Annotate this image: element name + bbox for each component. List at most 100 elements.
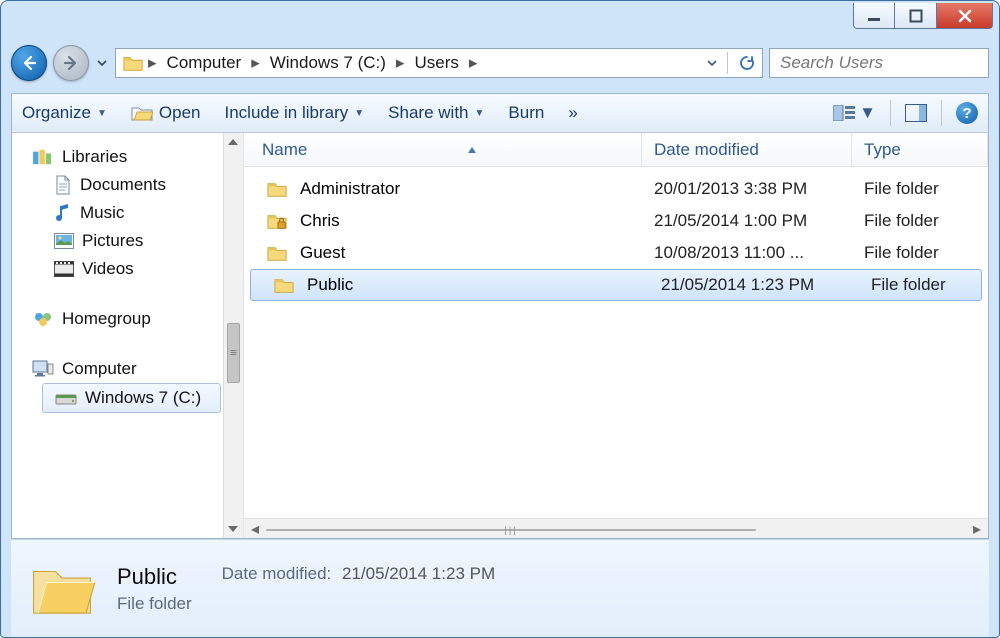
computer-icon: [32, 360, 54, 378]
overflow-button[interactable]: »: [568, 103, 577, 123]
chevron-double-right-icon: »: [568, 103, 577, 123]
search-input[interactable]: [778, 52, 1000, 74]
scrollbar-thumb[interactable]: |||: [266, 529, 756, 531]
chevron-down-icon: ▼: [859, 103, 876, 123]
details-kind: File folder: [117, 594, 192, 614]
scroll-left-icon[interactable]: ◂: [248, 522, 262, 536]
view-icon: [833, 105, 855, 121]
file-row[interactable]: Guest 10/08/2013 11:00 ... File folder: [244, 237, 988, 269]
folder-icon: [266, 243, 288, 263]
folder-icon: [122, 52, 144, 74]
back-button[interactable]: [11, 45, 47, 81]
details-date: Date modified: 21/05/2014 1:23 PM: [222, 564, 495, 584]
history-dropdown[interactable]: [95, 58, 109, 68]
sidebar-item-videos[interactable]: Videos: [12, 255, 243, 283]
folder-icon: [273, 275, 295, 295]
breadcrumb-users[interactable]: Users: [408, 51, 464, 75]
maximize-button[interactable]: [895, 3, 937, 29]
share-button[interactable]: Share with▼: [388, 103, 484, 123]
sidebar-item-documents[interactable]: Documents: [12, 171, 243, 199]
arrow-right-icon: [61, 53, 81, 73]
chevron-right-icon: ▸: [148, 53, 157, 73]
file-date: 20/01/2013 3:38 PM: [642, 179, 852, 199]
sidebar-scrollbar[interactable]: [223, 133, 243, 538]
sidebar-item-homegroup[interactable]: Homegroup: [12, 305, 243, 333]
file-list: Name Date modified Type Administrator 20…: [244, 133, 988, 538]
scroll-right-icon[interactable]: ▸: [970, 522, 984, 536]
column-type[interactable]: Type: [852, 133, 988, 166]
libraries-icon: [32, 148, 54, 166]
drive-icon: [55, 390, 77, 406]
open-icon: [131, 104, 153, 122]
minimize-icon: [867, 9, 881, 23]
preview-pane-button[interactable]: [905, 104, 927, 122]
address-tail: [707, 52, 760, 74]
burn-button[interactable]: Burn: [508, 103, 544, 123]
preview-pane-icon: [905, 104, 927, 122]
file-type: File folder: [859, 275, 981, 295]
command-bar: Organize▼ Open Include in library▼ Share…: [11, 93, 989, 133]
homegroup-icon: [32, 310, 54, 328]
details-pane: Public File folder Date modified: 21/05/…: [11, 539, 989, 637]
file-name: Guest: [300, 243, 345, 263]
view-button[interactable]: ▼: [833, 103, 876, 123]
chevron-right-icon: ▸: [251, 53, 260, 73]
file-date: 10/08/2013 11:00 ...: [642, 243, 852, 263]
sort-asc-icon: [315, 146, 629, 154]
body: Libraries Documents Music Pictures Video…: [11, 133, 989, 539]
include-button[interactable]: Include in library▼: [224, 103, 364, 123]
rows-container: Administrator 20/01/2013 3:38 PM File fo…: [244, 167, 988, 518]
column-headers: Name Date modified Type: [244, 133, 988, 167]
chevron-down-icon: ▼: [475, 108, 485, 119]
navigation-pane: Libraries Documents Music Pictures Video…: [12, 133, 244, 538]
file-row[interactable]: Chris 21/05/2014 1:00 PM File folder: [244, 205, 988, 237]
videos-icon: [54, 261, 74, 277]
file-type: File folder: [852, 179, 988, 199]
details-name: Public: [117, 564, 192, 590]
file-name: Chris: [300, 211, 340, 231]
sidebar-item-computer[interactable]: Computer: [12, 355, 243, 383]
file-type: File folder: [852, 243, 988, 263]
folder-icon: [27, 554, 97, 624]
file-row[interactable]: Administrator 20/01/2013 3:38 PM File fo…: [244, 173, 988, 205]
refresh-button[interactable]: [738, 54, 756, 72]
nav-row: ▸ Computer ▸ Windows 7 (C:) ▸ Users ▸: [11, 41, 989, 85]
minimize-button[interactable]: [853, 3, 895, 29]
address-bar[interactable]: ▸ Computer ▸ Windows 7 (C:) ▸ Users ▸: [115, 48, 763, 78]
scrollbar-thumb[interactable]: [227, 323, 240, 383]
file-row[interactable]: Public 21/05/2014 1:23 PM File folder: [250, 269, 982, 301]
folder-icon: [266, 179, 288, 199]
sidebar-item-pictures[interactable]: Pictures: [12, 227, 243, 255]
breadcrumb-computer[interactable]: Computer: [161, 51, 248, 75]
maximize-icon: [909, 9, 923, 23]
organize-button[interactable]: Organize▼: [22, 103, 107, 123]
explorer-window: ▸ Computer ▸ Windows 7 (C:) ▸ Users ▸: [0, 0, 1000, 638]
open-button[interactable]: Open: [131, 103, 201, 123]
column-date[interactable]: Date modified: [642, 133, 852, 166]
music-icon: [54, 203, 72, 223]
close-button[interactable]: [937, 3, 993, 29]
breadcrumb-drive[interactable]: Windows 7 (C:): [264, 51, 392, 75]
window-controls: [853, 1, 993, 35]
chevron-right-icon: ▸: [469, 53, 478, 73]
document-icon: [54, 175, 72, 195]
dropdown-icon[interactable]: [707, 58, 717, 68]
close-icon: [957, 8, 973, 24]
chevron-down-icon: [97, 58, 107, 68]
file-name: Public: [307, 275, 353, 295]
search-box[interactable]: [769, 48, 989, 78]
chevron-right-icon: ▸: [396, 53, 405, 73]
sidebar-item-drive[interactable]: Windows 7 (C:): [42, 383, 221, 413]
file-type: File folder: [852, 211, 988, 231]
horizontal-scrollbar[interactable]: ◂ ||| ▸: [244, 518, 988, 538]
sidebar-item-music[interactable]: Music: [12, 199, 243, 227]
chevron-down-icon: ▼: [354, 108, 364, 119]
file-name: Administrator: [300, 179, 400, 199]
sidebar-item-libraries[interactable]: Libraries: [12, 143, 243, 171]
file-date: 21/05/2014 1:23 PM: [649, 275, 859, 295]
help-button[interactable]: ?: [956, 102, 978, 124]
refresh-icon: [738, 54, 756, 72]
pictures-icon: [54, 233, 74, 249]
column-name[interactable]: Name: [244, 133, 642, 166]
forward-button[interactable]: [53, 45, 89, 81]
